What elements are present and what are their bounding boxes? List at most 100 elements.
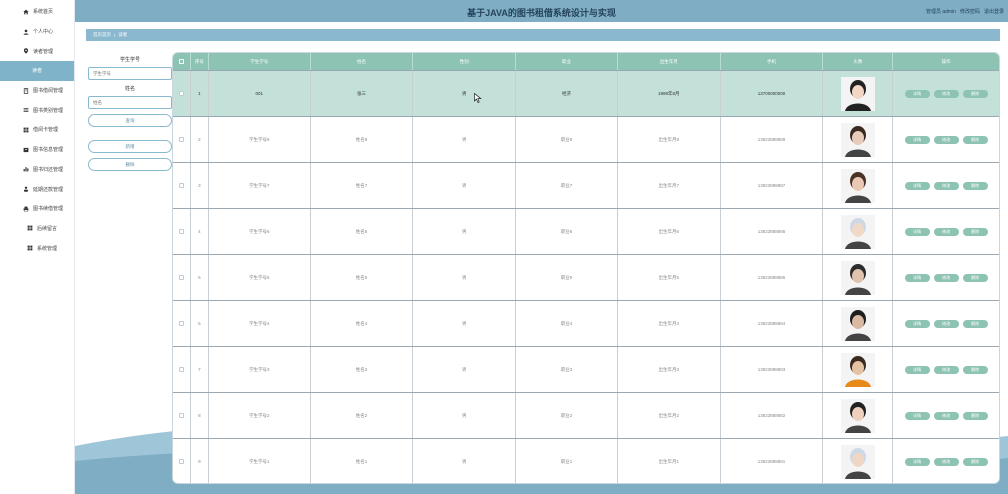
edit-button[interactable]: 修改 (933, 319, 959, 328)
sidebar-item-card[interactable]: 借阅卡管理 (0, 120, 74, 140)
row-checkbox[interactable] (178, 183, 184, 188)
detail-button[interactable]: 详情 (904, 273, 930, 282)
sidebar-item-label: 系统管理 (37, 245, 58, 252)
row-checkbox[interactable] (178, 229, 184, 234)
pin-icon (22, 48, 29, 54)
row-checkbox[interactable] (178, 367, 184, 372)
delete-row-button[interactable]: 删除 (962, 319, 988, 328)
row-photo-cell (823, 71, 894, 116)
detail-button[interactable]: 详情 (904, 365, 930, 374)
mouse-cursor-icon (474, 93, 482, 103)
row-photo-cell (823, 393, 894, 438)
sidebar-item-messages[interactable]: 后续留言 (0, 219, 74, 239)
row-job: 职业2 (516, 393, 618, 438)
row-sex: 男 (413, 163, 517, 208)
row-index: 8 (191, 393, 209, 438)
select-all-checkbox[interactable] (178, 59, 184, 64)
detail-button[interactable]: 详情 (904, 227, 930, 236)
breadcrumb-home[interactable]: 首页首页 (93, 32, 111, 38)
edit-button[interactable]: 修改 (933, 181, 959, 190)
name-input[interactable] (88, 96, 172, 109)
delete-row-button[interactable]: 删除 (962, 135, 988, 144)
row-checkbox-cell[interactable] (173, 255, 191, 300)
table-row[interactable]: 9 学生学号1 姓名1 男 职业1 出生年月1 13823888881 详情 修… (173, 438, 999, 483)
edit-button[interactable]: 修改 (933, 135, 959, 144)
sidebar-item-home[interactable]: 系统首页 (0, 2, 74, 22)
row-photo-cell (823, 117, 894, 162)
table-row[interactable]: 4 学生学号6 姓名6 男 职业6 出生年月6 13823888886 详情 修… (173, 208, 999, 254)
table-row[interactable]: 1 001 张三 男 经济 1998年8月 13700000000 详情 修改 … (173, 70, 999, 116)
row-checkbox-cell[interactable] (173, 117, 191, 162)
table-row[interactable]: 8 学生学号2 姓名2 男 职业2 出生年月2 13823888882 详情 修… (173, 392, 999, 438)
detail-button[interactable]: 详情 (904, 457, 930, 466)
row-checkbox-cell[interactable] (173, 209, 191, 254)
sidebar-item-borrow[interactable]: 图书借阅管理 (0, 81, 74, 101)
row-sex: 男 (413, 347, 517, 392)
row-checkbox[interactable] (178, 137, 184, 142)
grid-icon (26, 225, 33, 231)
sidebar-item-label: 图书归还管理 (33, 166, 64, 173)
detail-button[interactable]: 详情 (904, 181, 930, 190)
sidebar-item-label: 借阅卡管理 (33, 127, 59, 134)
detail-button[interactable]: 详情 (904, 135, 930, 144)
logout-link[interactable]: 退出登录 (984, 8, 1004, 15)
sidebar-item-delay[interactable]: 延期还款管理 (0, 179, 74, 199)
row-checkbox-cell[interactable] (173, 347, 191, 392)
row-checkbox-cell[interactable] (173, 439, 191, 483)
table-row[interactable]: 2 学生学号9 姓名9 男 职业9 出生年月9 13823888889 详情 修… (173, 116, 999, 162)
delete-row-button[interactable]: 删除 (962, 227, 988, 236)
row-photo-cell (823, 301, 894, 346)
row-phone: 13823888886 (721, 209, 824, 254)
row-checkbox[interactable] (178, 413, 184, 418)
sidebar-item-system[interactable]: 系统管理 (0, 238, 74, 258)
row-checkbox-cell[interactable] (173, 393, 191, 438)
delete-row-button[interactable]: 删除 (962, 365, 988, 374)
delete-row-button[interactable]: 删除 (962, 181, 988, 190)
sidebar-item-book-info[interactable]: 图书信息管理 (0, 140, 74, 160)
edit-button[interactable]: 修改 (933, 411, 959, 420)
delete-button[interactable]: 删除 (88, 158, 172, 171)
sidebar-item-label: 延期还款管理 (33, 186, 64, 193)
edit-button[interactable]: 修改 (933, 365, 959, 374)
edit-button[interactable]: 修改 (933, 457, 959, 466)
table-row[interactable]: 5 学生学号5 姓名5 男 职业5 出生年月5 13823888885 详情 修… (173, 254, 999, 300)
row-checkbox-cell[interactable] (173, 163, 191, 208)
sidebar-item-label: 后续留言 (37, 225, 58, 232)
delete-row-button[interactable]: 删除 (962, 457, 988, 466)
sidebar-item-reader-mgmt[interactable]: 读者管理 (0, 41, 74, 61)
row-checkbox-cell[interactable] (173, 71, 191, 116)
table-row[interactable]: 7 学生学号3 姓名3 男 职业3 出生年月3 13823888883 详情 修… (173, 346, 999, 392)
change-password-link[interactable]: 修改密码 (960, 8, 980, 15)
sidebar-item-reader[interactable]: 读者 (0, 61, 74, 81)
search-button[interactable]: 查询 (88, 114, 172, 127)
edit-button[interactable]: 修改 (933, 273, 959, 282)
row-checkbox[interactable] (178, 275, 184, 280)
sidebar-item-renew[interactable]: 图书续借管理 (0, 199, 74, 219)
row-birth: 出生年月7 (618, 163, 721, 208)
avatar (840, 214, 875, 249)
table-row[interactable]: 3 学生学号7 姓名7 男 职业7 出生年月7 13823888887 详情 修… (173, 162, 999, 208)
delete-row-button[interactable]: 删除 (962, 89, 988, 98)
row-checkbox[interactable] (178, 459, 184, 464)
sidebar-item-profile[interactable]: 个人中心 (0, 22, 74, 42)
sidebar-item-category[interactable]: 图书类别管理 (0, 100, 74, 120)
edit-button[interactable]: 修改 (933, 89, 959, 98)
delete-row-button[interactable]: 删除 (962, 273, 988, 282)
row-index: 5 (191, 255, 209, 300)
sidebar-item-return[interactable]: 图书归还管理 (0, 160, 74, 180)
student-id-label: 学生学号 (119, 57, 140, 63)
delete-row-button[interactable]: 删除 (962, 411, 988, 420)
student-id-input[interactable] (88, 67, 172, 80)
add-button[interactable]: 新增 (88, 140, 172, 153)
avatar (840, 260, 875, 295)
detail-button[interactable]: 详情 (904, 319, 930, 328)
detail-button[interactable]: 详情 (904, 411, 930, 420)
row-checkbox-cell[interactable] (173, 301, 191, 346)
row-photo-cell (823, 163, 894, 208)
row-checkbox[interactable] (178, 91, 184, 96)
edit-button[interactable]: 修改 (933, 227, 959, 236)
row-checkbox[interactable] (178, 321, 184, 326)
select-all-checkbox-cell[interactable] (173, 53, 191, 70)
detail-button[interactable]: 详情 (904, 89, 930, 98)
table-row[interactable]: 6 学生学号4 姓名4 男 职业4 出生年月4 13823888884 详情 修… (173, 300, 999, 346)
